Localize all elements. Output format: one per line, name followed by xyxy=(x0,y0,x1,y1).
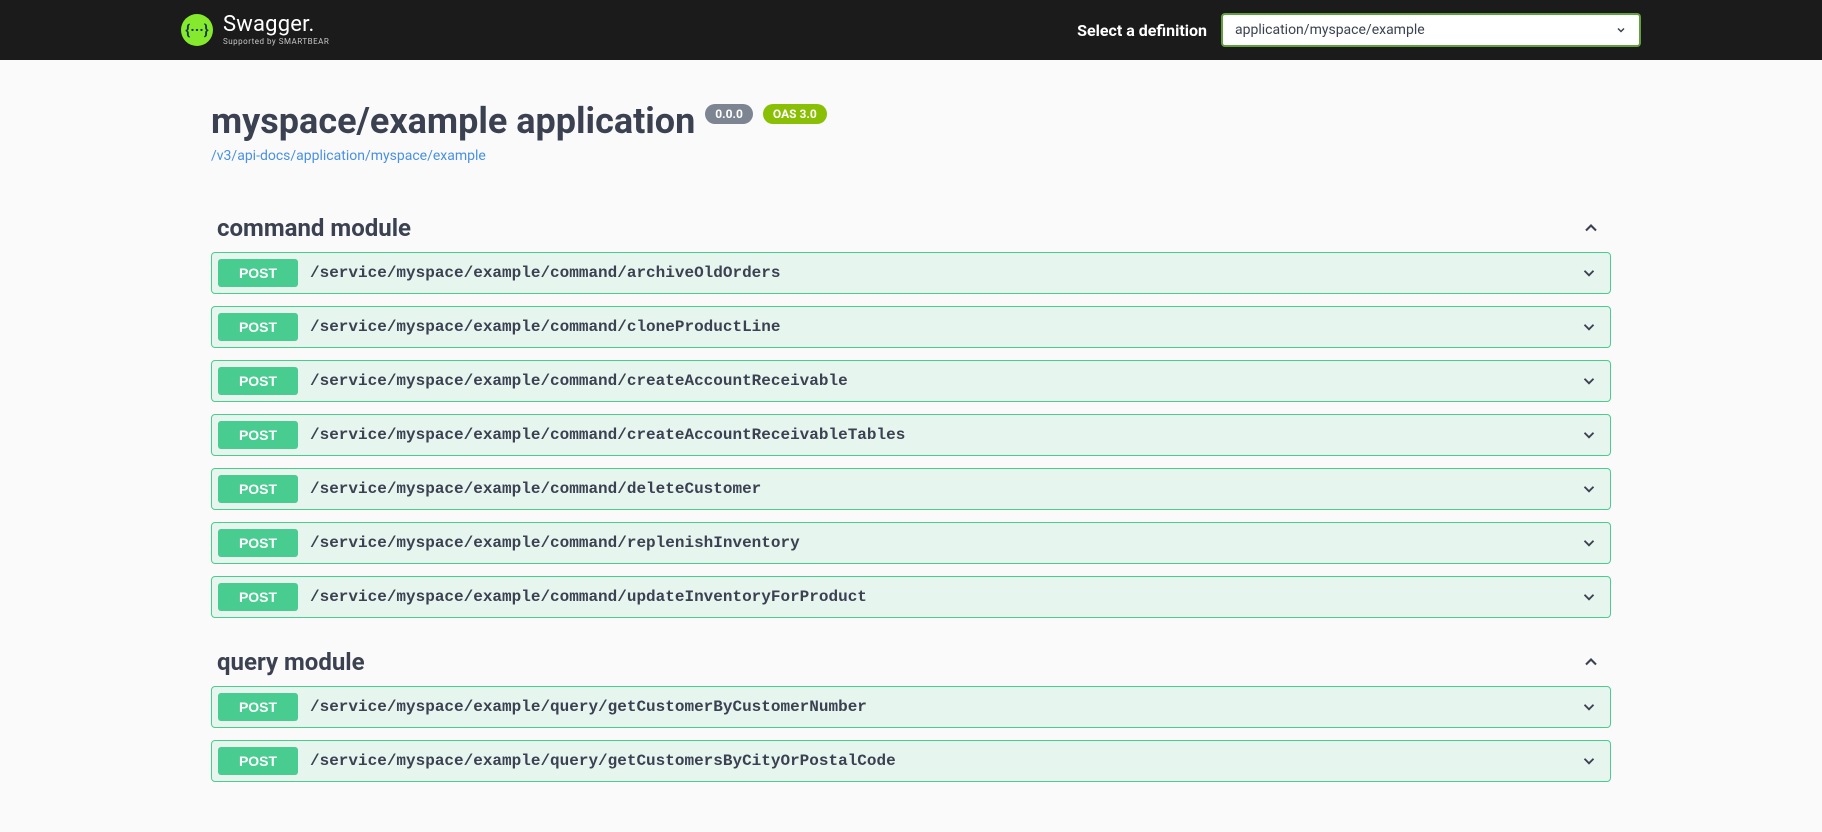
operation-block[interactable]: POST/service/myspace/example/command/cre… xyxy=(211,414,1611,456)
api-title: myspace/example application xyxy=(211,100,695,142)
tag-header[interactable]: query module xyxy=(211,638,1611,686)
info-header: myspace/example application 0.0.0 OAS 3.… xyxy=(211,100,1611,164)
operation-block[interactable]: POST/service/myspace/example/command/cre… xyxy=(211,360,1611,402)
method-badge: POST xyxy=(218,583,298,611)
operation-block[interactable]: POST/service/myspace/example/command/del… xyxy=(211,468,1611,510)
swagger-logo-icon: {···} xyxy=(181,14,213,46)
chevron-down-icon xyxy=(1580,698,1598,716)
operation-path: /service/myspace/example/command/repleni… xyxy=(310,534,800,552)
method-badge: POST xyxy=(218,475,298,503)
operation-block[interactable]: POST/service/myspace/example/query/getCu… xyxy=(211,686,1611,728)
definition-label: Select a definition xyxy=(1077,21,1207,40)
tag-name: query module xyxy=(217,648,365,676)
method-badge: POST xyxy=(218,367,298,395)
chevron-down-icon xyxy=(1580,588,1598,606)
operation-block[interactable]: POST/service/myspace/example/command/clo… xyxy=(211,306,1611,348)
chevron-down-icon xyxy=(1580,426,1598,444)
oas-badge: OAS 3.0 xyxy=(763,104,827,124)
method-badge: POST xyxy=(218,259,298,287)
operation-path: /service/myspace/example/command/clonePr… xyxy=(310,318,780,336)
operation-path: /service/myspace/example/command/createA… xyxy=(310,372,848,390)
main-container: myspace/example application 0.0.0 OAS 3.… xyxy=(181,60,1641,832)
api-docs-link[interactable]: /v3/api-docs/application/myspace/example xyxy=(211,148,486,164)
swagger-logo-text: Swagger. xyxy=(223,14,329,36)
operation-block[interactable]: POST/service/myspace/example/command/rep… xyxy=(211,522,1611,564)
operation-block[interactable]: POST/service/myspace/example/command/upd… xyxy=(211,576,1611,618)
swagger-logo-subtext: Supported by SMARTBEAR xyxy=(223,38,329,46)
method-badge: POST xyxy=(218,747,298,775)
swagger-logo[interactable]: {···} Swagger. Supported by SMARTBEAR xyxy=(181,14,329,46)
topbar: {···} Swagger. Supported by SMARTBEAR Se… xyxy=(0,0,1822,60)
chevron-down-icon xyxy=(1615,24,1627,36)
operation-path: /service/myspace/example/command/createA… xyxy=(310,426,905,444)
chevron-down-icon xyxy=(1580,372,1598,390)
method-badge: POST xyxy=(218,693,298,721)
version-badge: 0.0.0 xyxy=(705,104,753,124)
method-badge: POST xyxy=(218,421,298,449)
chevron-down-icon xyxy=(1580,318,1598,336)
tag-name: command module xyxy=(217,214,411,242)
definition-select[interactable]: application/myspace/example xyxy=(1221,13,1641,47)
operation-path: /service/myspace/example/command/archive… xyxy=(310,264,780,282)
definition-select-value: application/myspace/example xyxy=(1235,22,1425,38)
chevron-up-icon xyxy=(1581,652,1601,672)
chevron-down-icon xyxy=(1580,264,1598,282)
chevron-down-icon xyxy=(1580,752,1598,770)
tag-header[interactable]: command module xyxy=(211,204,1611,252)
tag-section: command module POST/service/myspace/examp… xyxy=(211,204,1611,618)
chevron-up-icon xyxy=(1581,218,1601,238)
chevron-down-icon xyxy=(1580,480,1598,498)
operation-path: /service/myspace/example/command/deleteC… xyxy=(310,480,761,498)
method-badge: POST xyxy=(218,529,298,557)
operation-block[interactable]: POST/service/myspace/example/query/getCu… xyxy=(211,740,1611,782)
operation-path: /service/myspace/example/query/getCustom… xyxy=(310,698,867,716)
operation-path: /service/myspace/example/command/updateI… xyxy=(310,588,867,606)
operation-path: /service/myspace/example/query/getCustom… xyxy=(310,752,896,770)
method-badge: POST xyxy=(218,313,298,341)
tag-section: query module POST/service/myspace/example… xyxy=(211,638,1611,782)
operation-block[interactable]: POST/service/myspace/example/command/arc… xyxy=(211,252,1611,294)
chevron-down-icon xyxy=(1580,534,1598,552)
